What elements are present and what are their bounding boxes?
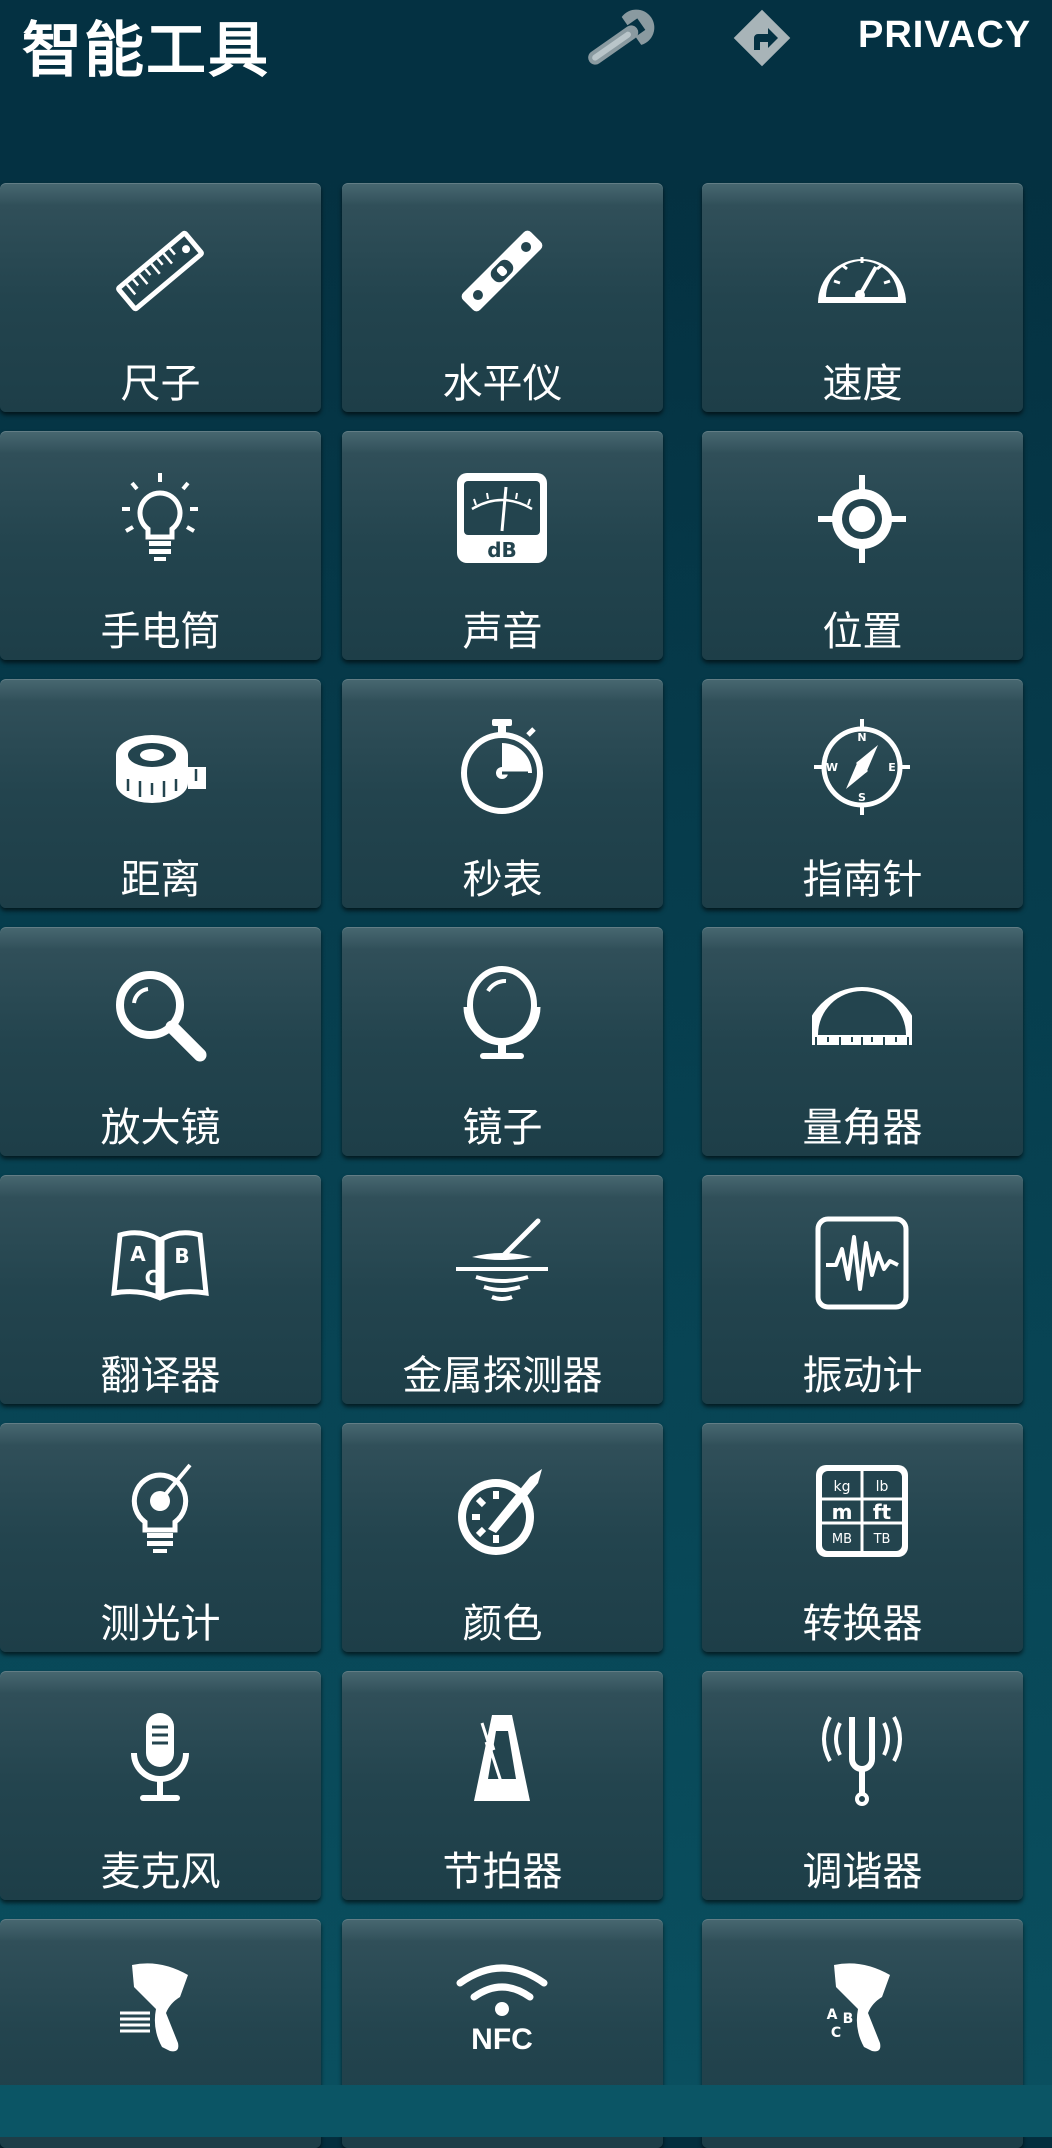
tool-tile-flashlight[interactable]: 手电筒 (0, 431, 321, 660)
conv-lb: lb (876, 1479, 889, 1495)
tool-tile-light-meter[interactable]: 测光计 (0, 1423, 321, 1652)
conv-tb: TB (873, 1532, 891, 1547)
tool-tile-metal-detector[interactable]: 金属探测器 (342, 1175, 663, 1404)
flashlight-bulb-icon (122, 473, 198, 561)
tool-label: 尺子 (120, 361, 201, 407)
tool-label: 距离 (120, 857, 201, 903)
tool-label: 颜色 (462, 1601, 543, 1647)
compass-s: S (858, 791, 866, 804)
compass-icon: N E S W (814, 719, 910, 815)
text-scanner-icon: A B C (827, 1963, 890, 2052)
tool-label: 测光计 (100, 1601, 221, 1647)
tool-tile-tuner[interactable]: 调谐器 (702, 1671, 1023, 1900)
sound-unit-label: dB (487, 538, 517, 562)
tool-label: 速度 (822, 361, 903, 407)
unit-converter-icon: kg lb m ft MB TB (816, 1465, 908, 1557)
scan-letter-c: C (831, 2025, 841, 2041)
book-letter-b: B (174, 1244, 189, 1268)
location-target-icon (818, 475, 906, 563)
tools-grid: 尺子 水平仪 速度 手电筒 dB 声音 位置 距离 秒表 N E S W 指南针… (0, 183, 1052, 2148)
tool-tile-compass[interactable]: N E S W 指南针 (702, 679, 1023, 908)
tool-label: 麦克风 (100, 1849, 221, 1895)
privacy-button[interactable]: PRIVACY (858, 14, 1031, 57)
tool-tile-converter[interactable]: kg lb m ft MB TB 转换器 (702, 1423, 1023, 1652)
tool-tile-spirit-level[interactable]: 水平仪 (342, 183, 663, 412)
direction-sign-icon[interactable] (730, 4, 794, 74)
ruler-icon (116, 230, 204, 312)
book-letter-c: C (145, 1266, 160, 1290)
tool-label: 转换器 (802, 1601, 923, 1647)
color-picker-icon (458, 1469, 542, 1555)
barcode-scanner-icon (120, 1963, 188, 2052)
book-letter-a: A (130, 1242, 146, 1266)
tool-label: 翻译器 (100, 1353, 221, 1399)
tool-label: 手电筒 (100, 609, 221, 655)
tool-tile-stopwatch[interactable]: 秒表 (342, 679, 663, 908)
app-title: 智能工具 (22, 16, 270, 86)
protractor-icon (812, 987, 912, 1045)
tool-label: 调谐器 (802, 1849, 923, 1895)
compass-w: W (826, 761, 838, 774)
bottom-bar (0, 2085, 1052, 2137)
tool-label: 金属探测器 (402, 1353, 603, 1399)
tool-tile-vibration[interactable]: 振动计 (702, 1175, 1023, 1404)
tool-label: 水平仪 (442, 361, 563, 407)
tool-tile-translator[interactable]: A B C 翻译器 (0, 1175, 321, 1404)
mirror-icon (463, 966, 541, 1059)
tool-tile-metronome[interactable]: 节拍器 (342, 1671, 663, 1900)
tool-tile-distance[interactable]: 距离 (0, 679, 321, 908)
tool-label: 秒表 (462, 857, 543, 903)
tool-tile-protractor[interactable]: 量角器 (702, 927, 1023, 1156)
app-header: 智能工具 PRIVACY (0, 0, 1052, 180)
light-meter-icon (131, 1463, 192, 1553)
tool-tile-mirror[interactable]: 镜子 (342, 927, 663, 1156)
compass-n: N (857, 731, 866, 744)
tool-label: 镜子 (462, 1105, 543, 1151)
compass-e: E (888, 761, 896, 774)
tool-label: 声音 (462, 609, 543, 655)
stopwatch-icon (461, 719, 543, 814)
nfc-icon: NFC (456, 1964, 548, 2056)
conv-ft: ft (873, 1500, 892, 1524)
wrench-icon[interactable] (574, 4, 666, 74)
tool-tile-microphone[interactable]: 麦克风 (0, 1671, 321, 1900)
metronome-icon (474, 1715, 530, 1801)
magnifier-icon (116, 971, 207, 1062)
conv-mb: MB (832, 1532, 852, 1547)
tool-label: 放大镜 (100, 1105, 221, 1151)
tool-label: 位置 (822, 609, 903, 655)
tool-tile-color[interactable]: 颜色 (342, 1423, 663, 1652)
tool-tile-sound[interactable]: dB 声音 (342, 431, 663, 660)
tool-label: 量角器 (802, 1105, 923, 1151)
scan-letter-b: B (843, 2011, 854, 2027)
conv-m: m (832, 1500, 853, 1524)
vibration-meter-icon (815, 1216, 909, 1310)
conv-kg: kg (834, 1479, 851, 1495)
tape-measure-icon (116, 735, 206, 803)
tool-tile-speed[interactable]: 速度 (702, 183, 1023, 412)
speedometer-icon (818, 257, 906, 303)
tool-tile-location[interactable]: 位置 (702, 431, 1023, 660)
metal-detector-icon (456, 1218, 548, 1301)
microphone-icon (131, 1713, 189, 1801)
tool-label: 振动计 (802, 1353, 923, 1399)
nfc-label: NFC (471, 2023, 533, 2056)
spirit-level-icon (461, 230, 543, 312)
tool-label: 指南针 (802, 857, 923, 903)
tool-label: 节拍器 (442, 1849, 563, 1895)
scan-letter-a: A (827, 2007, 838, 2023)
sound-meter-icon: dB (457, 473, 547, 563)
tuning-fork-icon (822, 1716, 902, 1806)
tool-tile-ruler[interactable]: 尺子 (0, 183, 321, 412)
tool-tile-magnifier[interactable]: 放大镜 (0, 927, 321, 1156)
translator-book-icon: A B C (111, 1230, 209, 1301)
